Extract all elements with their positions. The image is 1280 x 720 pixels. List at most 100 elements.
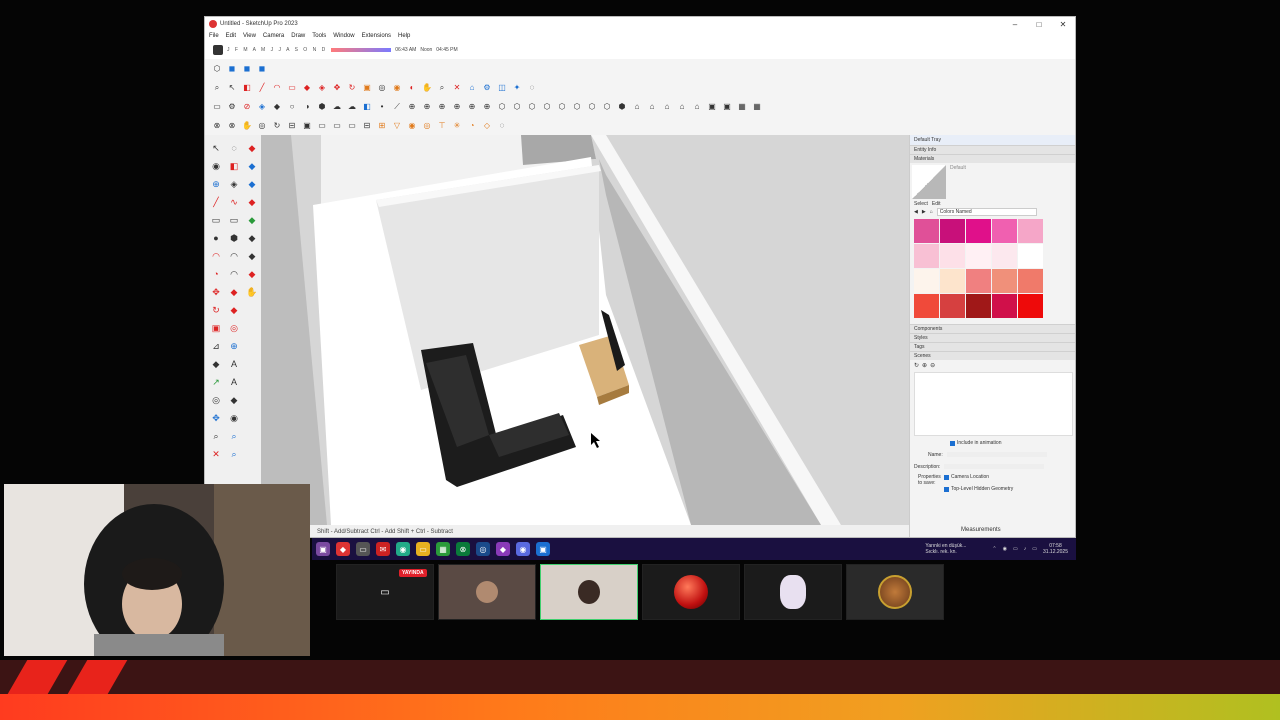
menu-view[interactable]: View	[243, 33, 256, 39]
color-swatch[interactable]	[966, 294, 991, 318]
menu-draw[interactable]: Draw	[291, 33, 305, 39]
forward-arrow-icon[interactable]: ▶	[922, 209, 926, 215]
battery-icon[interactable]: ▭	[1032, 546, 1037, 552]
follow-tool-icon[interactable]: ◆	[243, 229, 261, 247]
scenes-list[interactable]	[914, 372, 1073, 436]
orbit-icon[interactable]: ◐	[406, 82, 418, 94]
move-icon[interactable]: ✥	[331, 82, 343, 94]
chrome-icon[interactable]: ◉	[396, 542, 410, 556]
zoom-extents-tool-icon[interactable]: ✕	[207, 445, 225, 463]
sphere-icon[interactable]: ◑	[301, 101, 313, 113]
section-icon[interactable]: ⊕	[406, 101, 418, 113]
text-icon[interactable]: ▣	[301, 120, 313, 132]
shadow-months[interactable]: J F M A M J J A S O N D	[227, 47, 327, 53]
move-tool-icon[interactable]: ✥	[207, 283, 225, 301]
measure-icon[interactable]: ⊤	[436, 120, 448, 132]
pushpull2-tool-icon[interactable]: ◆	[225, 283, 243, 301]
section-tool-icon[interactable]: ◆	[225, 391, 243, 409]
mail-icon[interactable]: ✉	[376, 542, 390, 556]
hand-tool-icon[interactable]: ✋	[243, 283, 261, 301]
color-swatch[interactable]	[914, 244, 939, 268]
iso-view-icon[interactable]: ⬡	[211, 63, 223, 75]
extension-manager-icon[interactable]: ✦	[511, 82, 523, 94]
shaded-icon[interactable]: ⊕	[466, 101, 478, 113]
components-header[interactable]: Components	[910, 324, 1075, 333]
arc-icon[interactable]: ◠	[271, 82, 283, 94]
color-swatch[interactable]	[966, 219, 991, 243]
axes-tool-icon[interactable]: ↗	[207, 373, 225, 391]
add-scene-icon[interactable]: ⊕	[922, 362, 927, 369]
app-3-icon[interactable]: ◆	[496, 542, 510, 556]
file-icon[interactable]: ▭	[356, 542, 370, 556]
bottom-icon[interactable]: ⬡	[601, 101, 613, 113]
point-icon[interactable]: •	[376, 101, 388, 113]
maximize-button[interactable]: □	[1027, 20, 1051, 29]
circle-tool-icon[interactable]: ●	[207, 229, 225, 247]
right-view-icon[interactable]: ◼	[256, 63, 268, 75]
rect-tool-icon[interactable]: ▭	[207, 211, 225, 229]
color-swatch[interactable]	[992, 294, 1017, 318]
include-animation-checkbox[interactable]	[950, 440, 955, 446]
color-swatch[interactable]	[914, 269, 939, 293]
look-icon[interactable]: ⌂	[661, 101, 673, 113]
participant-tile-4[interactable]	[642, 564, 740, 620]
name-field[interactable]	[946, 452, 1047, 457]
tape-tool-icon[interactable]: ⊿	[207, 337, 225, 355]
menu-window[interactable]: Window	[333, 33, 354, 39]
intersect-icon[interactable]: ⊗	[226, 120, 238, 132]
geo-location-icon[interactable]: ◌	[526, 82, 538, 94]
tab-edit[interactable]: Edit	[932, 201, 941, 207]
sketch-icon[interactable]: ◌	[496, 120, 508, 132]
fog-icon[interactable]: ◎	[421, 120, 433, 132]
palette-dropdown[interactable]: Colors Named	[936, 208, 1037, 216]
volume-icon[interactable]: ♪	[1024, 546, 1027, 552]
color-tool-icon[interactable]: ◆	[243, 175, 261, 193]
color-swatch[interactable]	[1018, 244, 1043, 268]
home-icon[interactable]: ⌂	[930, 209, 933, 215]
scale-tool-icon[interactable]: ▣	[207, 319, 225, 337]
solid-icon[interactable]: ◆	[271, 101, 283, 113]
cloud-upload-icon[interactable]: ☁	[346, 101, 358, 113]
select-icon[interactable]: ↖	[226, 82, 238, 94]
zoom-icon[interactable]: ⌕	[436, 82, 448, 94]
search-icon[interactable]: ⌕	[211, 82, 223, 94]
eraser-tool-icon[interactable]: ◧	[225, 157, 243, 175]
pan-icon[interactable]: ✋	[421, 82, 433, 94]
menu-file[interactable]: File	[209, 33, 219, 39]
protractor-tool-icon[interactable]: ◆	[207, 355, 225, 373]
discord-icon[interactable]: ◉	[516, 542, 530, 556]
front-icon[interactable]: ⬡	[541, 101, 553, 113]
cloud-icon[interactable]: ☁	[331, 101, 343, 113]
component-tool-icon[interactable]: ◆	[243, 157, 261, 175]
color-swatch[interactable]	[992, 219, 1017, 243]
sandbox-icon[interactable]: ⌂	[691, 101, 703, 113]
orbit-small-icon[interactable]: ◎	[256, 120, 268, 132]
extension-warehouse-icon[interactable]: ⚙	[481, 82, 493, 94]
layout-icon[interactable]: ◫	[496, 82, 508, 94]
date-slider[interactable]	[331, 48, 392, 52]
pencil-tool-icon[interactable]: ╱	[207, 193, 225, 211]
materials-header[interactable]: Materials	[910, 154, 1075, 163]
refresh-scene-icon[interactable]: ↻	[914, 362, 919, 369]
arc2-tool-icon[interactable]: ◠	[225, 247, 243, 265]
entity-info-header[interactable]: Entity Info	[910, 145, 1075, 154]
steam-icon[interactable]: ◎	[476, 542, 490, 556]
walk-tool-icon[interactable]: ◉	[225, 409, 243, 427]
top-icon[interactable]: ⬡	[526, 101, 538, 113]
color-swatch[interactable]	[966, 269, 991, 293]
participant-tile-6[interactable]	[846, 564, 944, 620]
tape-icon[interactable]: ◎	[376, 82, 388, 94]
excel-icon[interactable]: ▦	[436, 542, 450, 556]
color-swatch[interactable]	[940, 269, 965, 293]
cancel-icon[interactable]: ⊘	[241, 101, 253, 113]
lasso-tool-icon[interactable]: ◌	[225, 139, 243, 157]
axes-icon[interactable]: ✳	[451, 120, 463, 132]
layers-icon[interactable]: ◧	[361, 101, 373, 113]
offset-tool-icon[interactable]: ◆	[243, 247, 261, 265]
pushpull-tool-icon[interactable]: ◆	[243, 211, 261, 229]
menu-tools[interactable]: Tools	[312, 33, 326, 39]
monochrome-icon[interactable]: ⬡	[496, 101, 508, 113]
drape-icon[interactable]: ▣	[721, 101, 733, 113]
rotate-tool-icon[interactable]: ↻	[207, 301, 225, 319]
walk-icon[interactable]: ⌂	[646, 101, 658, 113]
